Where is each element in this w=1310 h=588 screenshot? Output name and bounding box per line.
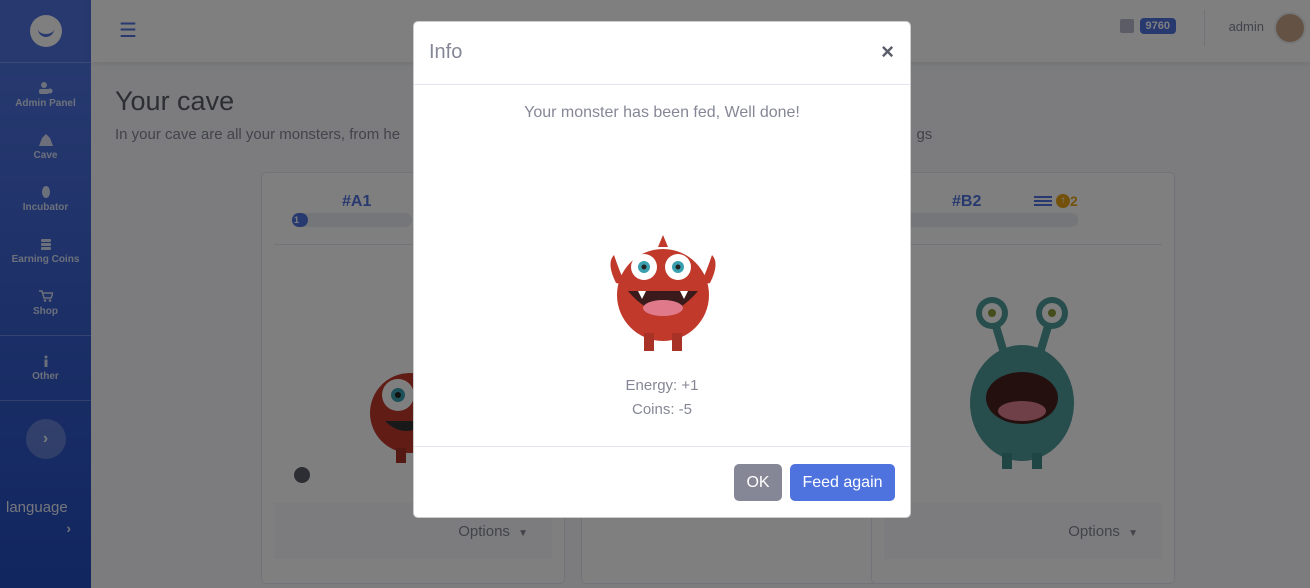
modal-title: Info: [429, 41, 463, 63]
info-modal: Info × Your monster has been fed, Well d…: [413, 21, 911, 518]
close-icon[interactable]: ×: [881, 39, 894, 65]
coins-stat: Coins: -5: [631, 401, 693, 418]
monster-image: [610, 235, 716, 351]
ok-button[interactable]: OK: [734, 464, 782, 501]
energy-stat: Energy: +1: [625, 377, 699, 394]
modal-message: Your monster has been fed, Well done!: [524, 104, 800, 121]
modal-body: Your monster has been fed, Well done! En…: [414, 85, 910, 447]
modal-header: Info ×: [414, 22, 910, 85]
feed-again-button[interactable]: Feed again: [790, 464, 895, 501]
modal-footer: OK Feed again: [414, 447, 910, 517]
